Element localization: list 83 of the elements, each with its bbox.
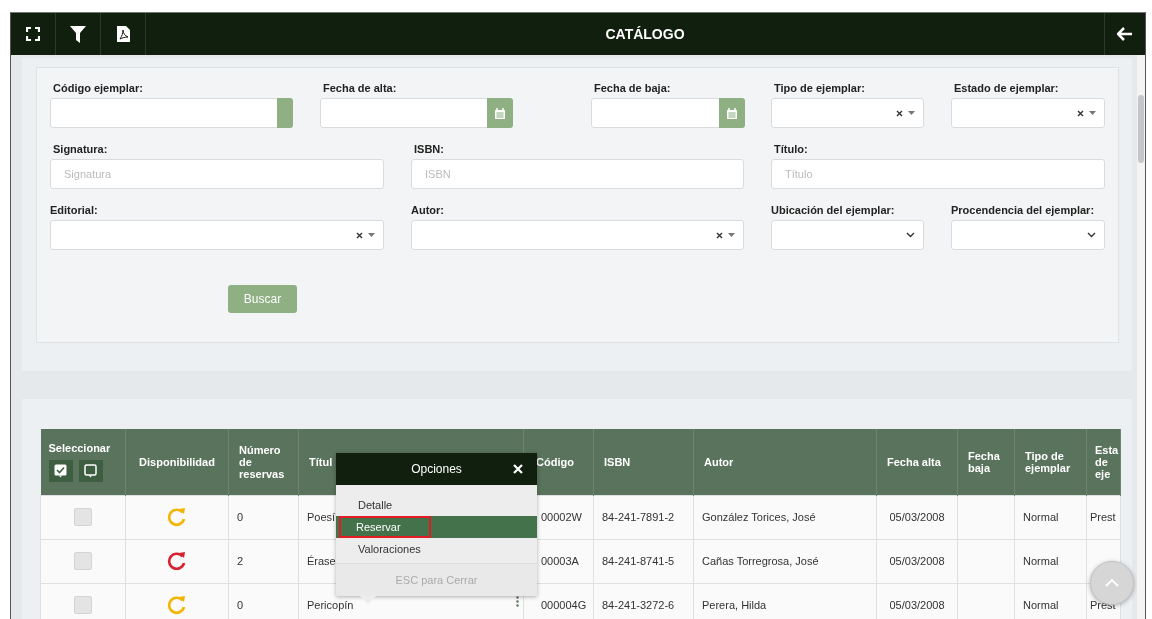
table-cell: 0 [228, 495, 299, 539]
deselect-all-button[interactable] [78, 459, 103, 482]
checkbox-check-icon [54, 463, 67, 478]
table-cell: 05/03/2008 [876, 539, 958, 583]
calendar-icon [727, 107, 737, 119]
column-header: Seleccionar [40, 429, 126, 495]
clear-icon[interactable] [896, 109, 903, 117]
popup-pointer [360, 596, 376, 604]
table-cell: Érase [307, 555, 336, 567]
table-cell: 84-241-8741-5 [593, 539, 694, 583]
pdf-file-icon [116, 26, 130, 42]
text-field[interactable] [50, 98, 293, 128]
table-cell: 05/03/2008 [876, 495, 958, 539]
empty-checkbox-icon [84, 463, 97, 478]
caret-icon [368, 233, 375, 237]
field-label: Ubicación del ejemplar: [771, 204, 896, 218]
table-cell: Normal [1014, 495, 1087, 539]
table-cell: 84-241-7891-2 [593, 495, 694, 539]
table-cell: Perera, Hilda [693, 583, 877, 619]
field-label: Signatura: [52, 143, 109, 157]
chevron-down-icon [1087, 232, 1096, 238]
clear-icon[interactable] [716, 231, 723, 239]
row-checkbox[interactable] [74, 596, 92, 614]
field-label: Tipo de ejemplar: [773, 82, 866, 96]
field-label: Estado de ejemplar: [953, 82, 1060, 96]
field-label: ISBN: [413, 143, 445, 157]
menu-item[interactable]: Reservar [336, 516, 537, 538]
column-header: Número de reservas [228, 429, 299, 495]
popup-footer: ESC para Cerrar [336, 564, 537, 596]
text-field[interactable]: Título [771, 159, 1105, 189]
dropdown[interactable] [771, 220, 924, 250]
table-cell: Poesí [307, 511, 336, 523]
fullscreen-icon [26, 27, 40, 41]
scrollbar[interactable] [1137, 55, 1145, 619]
table-cell: Prest [1090, 511, 1116, 523]
chevron-down-icon [906, 232, 915, 238]
field-label: Editorial: [50, 204, 99, 218]
table-cell: Normal [1014, 583, 1087, 619]
popup-title: Opciones [411, 462, 462, 476]
caret-icon [908, 111, 915, 115]
table-cell: Cañas Torregrosa, José [693, 539, 877, 583]
row-checkbox[interactable] [74, 552, 92, 570]
caret-icon [1089, 111, 1096, 115]
options-menu-icon[interactable] [516, 595, 519, 607]
column-header: Disponibilidad [125, 429, 229, 495]
field-label: Autor: [411, 204, 445, 218]
field-label: Fecha de baja: [593, 82, 672, 96]
back-arrow-icon [1117, 27, 1133, 41]
calendar-icon [495, 107, 505, 119]
text-field[interactable]: ISBN [411, 159, 744, 189]
table-cell: 05/03/2008 [876, 583, 958, 619]
calendar-button[interactable] [719, 98, 745, 128]
row-checkbox[interactable] [74, 508, 92, 526]
table-cell: 2 [228, 539, 299, 583]
table-cell: Pericopín [307, 599, 354, 611]
caret-icon [728, 233, 735, 237]
close-icon[interactable] [513, 464, 523, 474]
column-header: Esta de eje [1086, 429, 1121, 495]
field-label: Fecha de alta: [322, 82, 398, 96]
column-header: Tipo de ejemplar [1014, 429, 1087, 495]
dropdown[interactable] [951, 220, 1105, 250]
text-field[interactable]: Signatura [50, 159, 384, 189]
table-cell: 0 [228, 583, 299, 619]
calendar-button[interactable] [487, 98, 513, 128]
field-label: Título: [773, 143, 809, 157]
date-field[interactable] [320, 98, 513, 128]
filter-icon [70, 25, 86, 43]
date-field[interactable] [591, 98, 745, 128]
column-header: Fecha alta [876, 429, 958, 495]
table-cell: González Torices, José [693, 495, 877, 539]
chevron-up-icon [1105, 579, 1119, 587]
column-header: ISBN [593, 429, 694, 495]
field-label: Código ejemplar: [52, 82, 144, 96]
select-all-button[interactable] [48, 459, 73, 482]
scrollbar-thumb[interactable] [1138, 95, 1144, 163]
column-header: Fecha baja [957, 429, 1015, 495]
table-cell: Normal [1014, 539, 1087, 583]
table-cell: 84-241-3272-6 [593, 583, 694, 619]
clear-icon[interactable] [1077, 109, 1084, 117]
window-title: CATÁLOGO [604, 26, 686, 42]
clear-icon[interactable] [356, 231, 363, 239]
column-header: Autor [693, 429, 877, 495]
field-label: Procendencia del ejemplar: [951, 204, 1096, 218]
